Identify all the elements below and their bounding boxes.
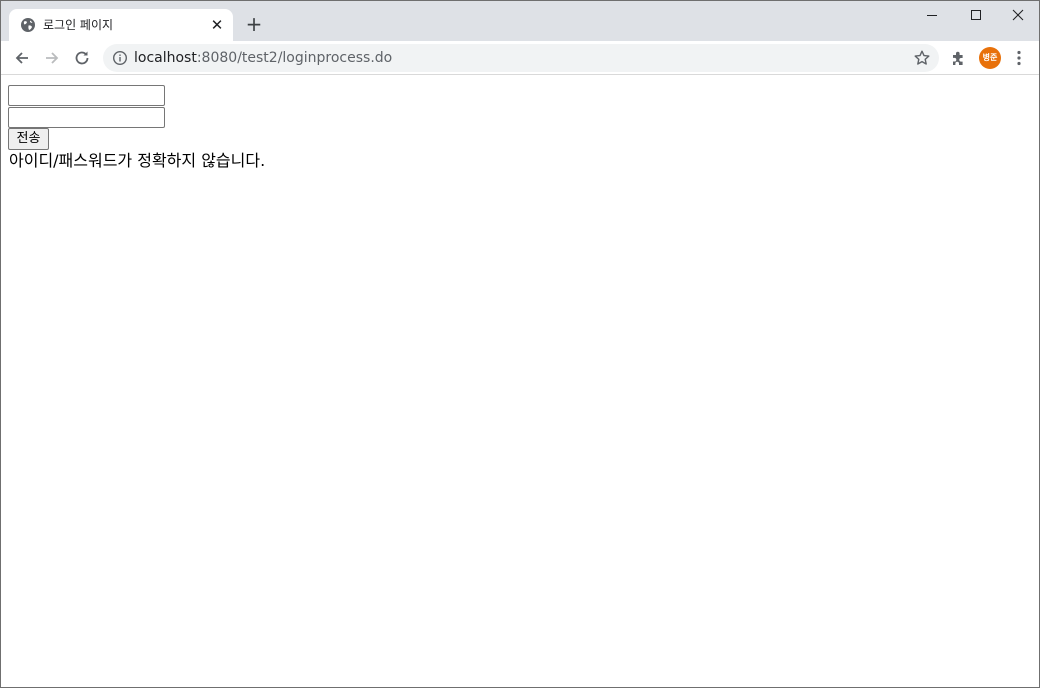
close-icon[interactable] <box>995 1 1039 31</box>
url-text[interactable]: localhost:8080/test2/loginprocess.do <box>134 49 392 67</box>
tab-login-page[interactable]: 로그인 페이지 ✕ <box>9 9 233 41</box>
url-host: localhost <box>134 50 197 66</box>
minimize-icon[interactable] <box>909 1 955 31</box>
submit-button[interactable]: 전송 <box>8 128 49 150</box>
info-icon[interactable] <box>112 50 128 66</box>
tab-title: 로그인 페이지 <box>43 18 114 32</box>
url-path: :8080/test2/loginprocess.do <box>196 50 393 66</box>
globe-icon <box>20 17 36 33</box>
kebab-menu-icon[interactable] <box>1009 48 1029 68</box>
address-bar[interactable]: localhost:8080/test2/loginprocess.do <box>103 44 939 72</box>
browser-window: 로그인 페이지 ✕ + localhost:8080/test2/loginpr <box>0 0 1040 688</box>
tab-close-icon[interactable]: ✕ <box>209 17 225 33</box>
profile-avatar[interactable]: 병준 <box>979 47 1001 69</box>
maximize-icon[interactable] <box>953 1 999 31</box>
reload-icon[interactable] <box>70 46 94 70</box>
browser-toolbar: localhost:8080/test2/loginprocess.do 병준 <box>1 41 1039 75</box>
puzzle-icon[interactable] <box>949 48 969 68</box>
login-error-message: 아이디/패스워드가 정확하지 않습니다. <box>9 151 266 170</box>
username-input[interactable] <box>8 85 165 106</box>
forward-arrow-icon[interactable] <box>40 46 64 70</box>
new-tab-button[interactable]: + <box>244 14 264 34</box>
password-input[interactable] <box>8 107 165 128</box>
page-content: 전송 아이디/패스워드가 정확하지 않습니다. <box>1 76 1039 687</box>
star-icon[interactable] <box>913 49 931 67</box>
back-arrow-icon[interactable] <box>10 46 34 70</box>
tab-strip: 로그인 페이지 ✕ + <box>1 1 1039 41</box>
